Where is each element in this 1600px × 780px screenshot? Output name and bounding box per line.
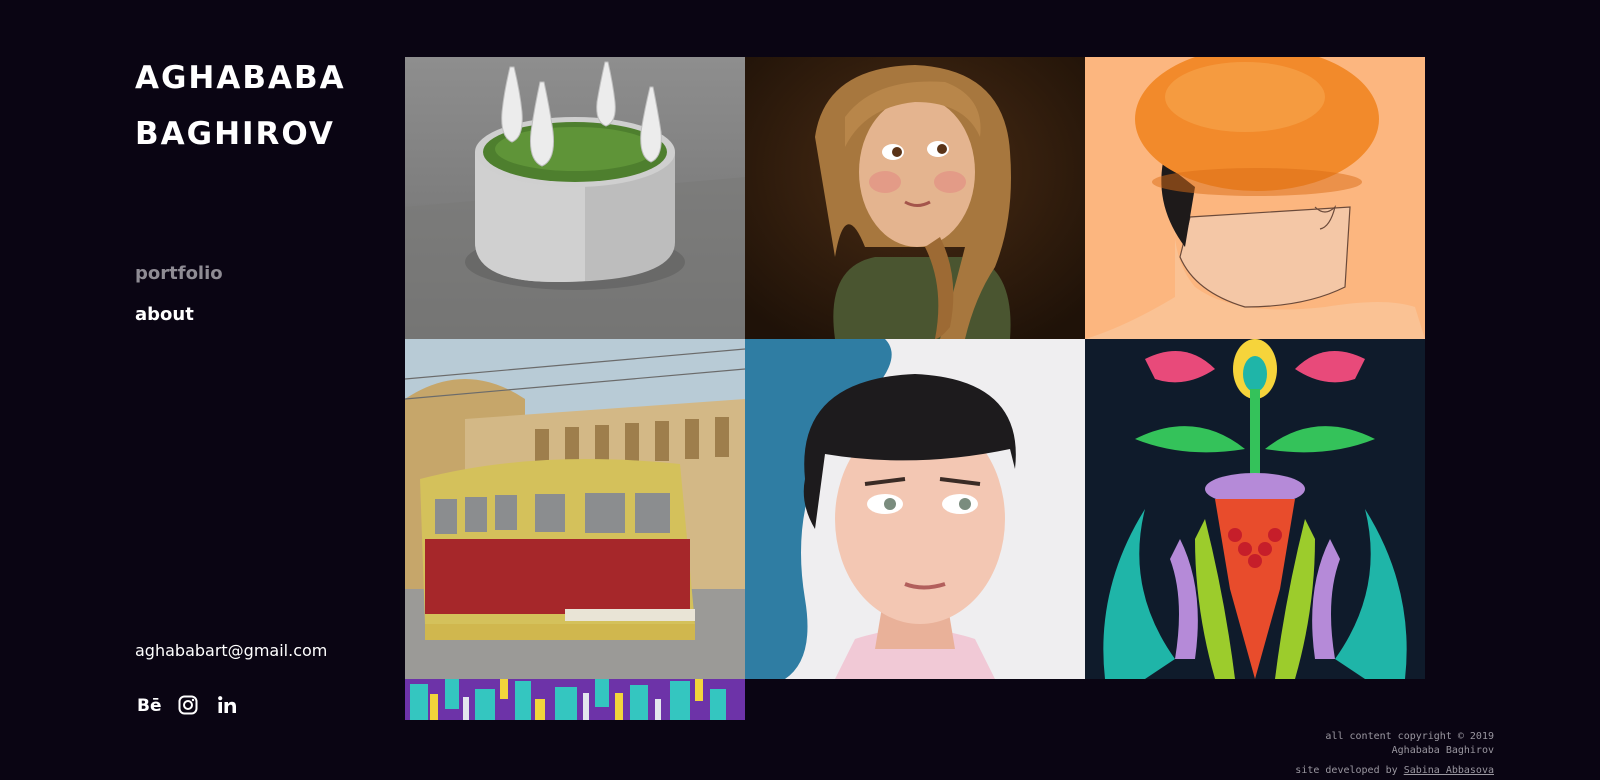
copyright-line-1: all content copyright © 2019 xyxy=(1325,731,1494,742)
copyright-line-2: Aghababa Baghirov xyxy=(1391,745,1494,756)
gallery-tile-orange-head[interactable] xyxy=(1085,57,1425,339)
developer-credit: site developed by Sabina Abbasova xyxy=(1295,764,1494,778)
developer-link[interactable]: Sabina Abbasova xyxy=(1404,765,1494,776)
logo-line-2: BAGHIROV xyxy=(135,116,335,152)
artwork-colorful-blocks-pattern xyxy=(405,679,745,720)
sidebar: AGHABABA BAGHIROV portfolio about aghaba… xyxy=(135,0,385,780)
artwork-folk-ornament-vase-fish xyxy=(1085,339,1425,679)
instagram-icon[interactable] xyxy=(176,693,200,717)
behance-icon[interactable]: Bē xyxy=(137,693,161,717)
developer-prefix: site developed by xyxy=(1295,765,1398,776)
gallery-tile-vases[interactable] xyxy=(405,57,745,339)
gallery-tile-folk-ornament[interactable] xyxy=(1085,339,1425,679)
svg-text:Bē: Bē xyxy=(137,696,161,715)
main-nav: portfolio about xyxy=(135,263,223,345)
artwork-girl-with-braid-portrait xyxy=(745,57,1085,339)
site-footer: all content copyright © 2019 Aghababa Ba… xyxy=(1295,730,1494,778)
social-links: Bē xyxy=(137,693,239,717)
site-logo[interactable]: AGHABABA BAGHIROV xyxy=(135,50,346,162)
artwork-white-vases-in-grass-pot xyxy=(405,57,745,339)
artwork-boy-bowl-cut-portrait xyxy=(745,339,1085,679)
linkedin-icon[interactable] xyxy=(215,693,239,717)
gallery-tile-boy-portrait[interactable] xyxy=(745,339,1085,679)
gallery-tile-girl-portrait[interactable] xyxy=(745,57,1085,339)
nav-item-portfolio[interactable]: portfolio xyxy=(135,263,223,285)
artwork-tram-street-scene xyxy=(405,339,745,679)
artwork-orange-head-man xyxy=(1085,57,1425,339)
nav-item-about[interactable]: about xyxy=(135,304,223,326)
gallery-tile-tram[interactable] xyxy=(405,339,745,679)
email-link[interactable]: aghababart@gmail.com xyxy=(135,641,327,660)
logo-line-1: AGHABABA xyxy=(135,60,346,96)
portfolio-grid xyxy=(405,57,1425,720)
gallery-tile-pattern[interactable] xyxy=(405,679,745,720)
